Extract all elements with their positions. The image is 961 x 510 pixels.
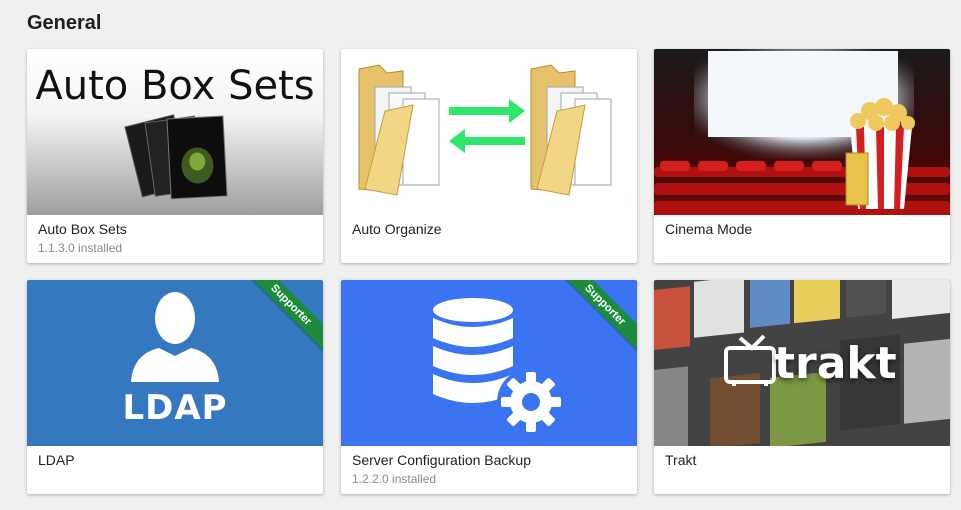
plugin-thumbnail: [654, 49, 950, 215]
cinema-theater-icon: [654, 49, 950, 215]
plugin-title: Server Configuration Backup: [352, 452, 531, 468]
supporter-ribbon: Supporter: [243, 280, 323, 360]
thumbnail-title: LDAP: [122, 388, 228, 428]
plugin-card-server-configuration-backup[interactable]: Supporter Server Configuration Backup 1.…: [341, 280, 637, 494]
plugin-thumbnail: LDAP Supporter: [27, 280, 323, 446]
plugin-card-auto-box-sets[interactable]: Auto Box Sets Auto Box Sets 1.1.3.0 inst…: [27, 49, 323, 263]
thumbnail-title: trakt: [774, 338, 897, 389]
plugin-thumbnail: trakt: [654, 280, 950, 446]
supporter-ribbon: Supporter: [557, 280, 637, 360]
section-title: General: [27, 12, 102, 34]
plugin-card-cinema-mode[interactable]: Cinema Mode: [654, 49, 950, 263]
plugin-thumbnail: Auto Box Sets: [27, 49, 323, 215]
plugin-title: Auto Organize: [352, 221, 442, 237]
plugin-title: Auto Box Sets: [38, 221, 127, 237]
plugin-title: Cinema Mode: [665, 221, 753, 237]
plugin-version: 1.1.3.0 installed: [38, 241, 123, 255]
supporter-badge: Supporter: [557, 280, 637, 354]
tv-icon: [724, 334, 776, 386]
plugin-thumbnail: Supporter: [341, 280, 637, 446]
plugin-card-auto-organize[interactable]: Auto Organize: [341, 49, 637, 263]
plugin-card-trakt[interactable]: trakt Trakt: [654, 280, 950, 494]
plugin-version: 1.2.2.0 installed: [352, 472, 437, 486]
supporter-badge: Supporter: [243, 280, 323, 354]
dvd-stack-icon: [124, 114, 228, 200]
plugin-card-ldap[interactable]: LDAP Supporter LDAP: [27, 280, 323, 494]
plugin-title: Trakt: [665, 452, 697, 468]
folder-sync-icon: [358, 64, 612, 196]
plugin-title: LDAP: [38, 452, 75, 468]
plugin-thumbnail: [341, 49, 637, 215]
